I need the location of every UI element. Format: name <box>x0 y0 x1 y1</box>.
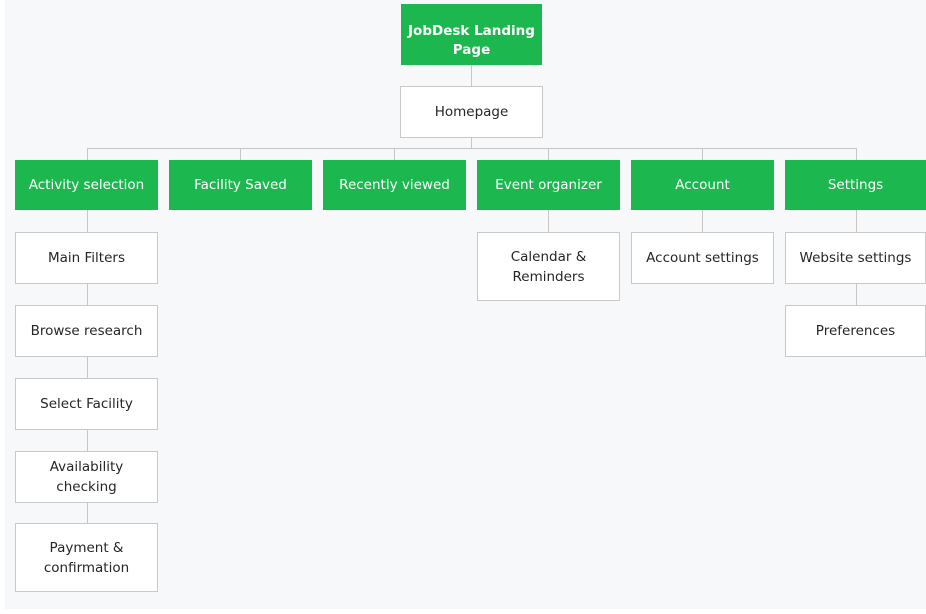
connector-bus-settings <box>856 148 857 160</box>
connector-bus-activity <box>87 148 88 160</box>
node-label: Payment & confirmation <box>43 539 130 576</box>
homepage-node[interactable]: Homepage <box>400 86 543 138</box>
node-label: Account settings <box>646 250 759 266</box>
node-label: Preferences <box>815 323 896 339</box>
node-calendar-reminders[interactable]: Calendar & Reminders <box>477 232 620 301</box>
connector-horizontal-bus <box>87 148 857 149</box>
node-availability-checking[interactable]: Availability checking <box>15 451 158 503</box>
connector-bus-recently-viewed <box>394 148 395 160</box>
category-label: Event organizer <box>495 177 602 193</box>
category-event-organizer[interactable]: Event organizer <box>477 160 620 210</box>
category-settings[interactable]: Settings <box>785 160 926 210</box>
connector-event-calendar <box>548 210 549 232</box>
node-main-filters[interactable]: Main Filters <box>15 232 158 284</box>
node-browse-research[interactable]: Browse research <box>15 305 158 357</box>
root-node-label: JobDesk Landing Page <box>408 23 535 58</box>
node-preferences[interactable]: Preferences <box>785 305 926 357</box>
category-label: Recently viewed <box>339 177 450 193</box>
node-label: Main Filters <box>48 250 125 266</box>
category-facility-saved[interactable]: Facility Saved <box>169 160 312 210</box>
node-payment-confirmation[interactable]: Payment & confirmation <box>15 523 158 592</box>
connector-bus-account <box>702 148 703 160</box>
category-label: Account <box>675 177 730 193</box>
node-website-settings[interactable]: Website settings <box>785 232 926 284</box>
root-node[interactable]: JobDesk Landing Page <box>401 4 542 65</box>
node-label: Availability checking <box>49 459 124 495</box>
node-label: Calendar & Reminders <box>510 248 587 285</box>
node-label: Select Facility <box>40 396 133 412</box>
node-label: Browse research <box>30 323 143 339</box>
connector-root-homepage <box>471 64 472 86</box>
connector-account-settings <box>702 210 703 232</box>
category-activity-selection[interactable]: Activity selection <box>15 160 158 210</box>
category-label: Settings <box>827 177 884 193</box>
connector-bus-event-organizer <box>548 148 549 160</box>
category-account[interactable]: Account <box>631 160 774 210</box>
node-account-settings[interactable]: Account settings <box>631 232 774 284</box>
node-label: Website settings <box>799 250 912 266</box>
category-label: Activity selection <box>28 177 145 193</box>
connector-homepage-bus <box>471 137 472 148</box>
connector-bus-facility-saved <box>240 148 241 160</box>
node-select-facility[interactable]: Select Facility <box>15 378 158 430</box>
category-label: Facility Saved <box>194 177 287 193</box>
category-recently-viewed[interactable]: Recently viewed <box>323 160 466 210</box>
homepage-node-label: Homepage <box>434 104 509 120</box>
